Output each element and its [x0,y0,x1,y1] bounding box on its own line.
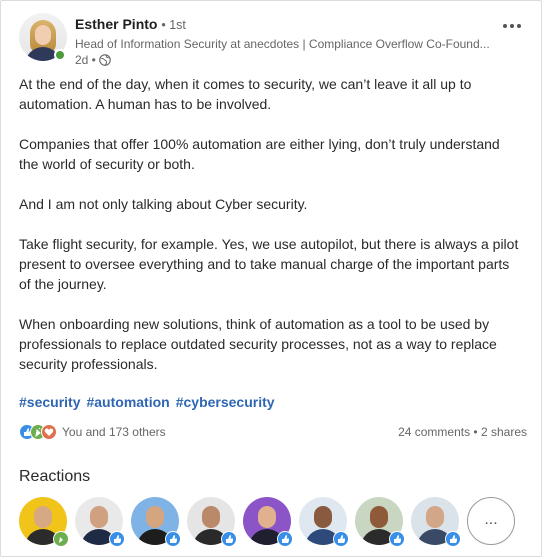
post-paragraph: And I am not only talking about Cyber se… [19,196,308,212]
reactor-avatar[interactable] [75,497,125,547]
author-headline[interactable]: Head of Information Security at anecdote… [75,37,505,51]
like-badge-icon [445,531,461,547]
more-options-icon[interactable] [503,15,527,28]
reactions-count[interactable]: You and 173 others [62,425,166,439]
reactor-avatar[interactable] [299,497,349,547]
reactors-list: ... [19,497,519,547]
author-name[interactable]: Esther Pinto [75,16,157,32]
reactor-avatar[interactable] [19,497,69,547]
post-time-row: 2d • [75,53,111,67]
post-body: At the end of the day, when it comes to … [19,74,519,394]
globe-icon [99,54,111,66]
like-badge-icon [389,531,405,547]
post-card: Esther Pinto • 1st Head of Information S… [0,0,542,557]
online-status-icon [54,49,66,61]
post-paragraph: At the end of the day, when it comes to … [19,76,472,112]
post-header: Esther Pinto • 1st Head of Information S… [19,13,529,69]
author-name-row: Esther Pinto • 1st [75,16,186,32]
social-counts: You and 173 others 24 comments • 2 share… [19,423,527,441]
celebrate-badge-icon [53,531,69,547]
like-badge-icon [165,531,181,547]
like-badge-icon [277,531,293,547]
hashtags: #security #automation #cybersecurity [19,394,275,410]
love-reaction-icon [41,424,57,440]
post-time: 2d • [75,53,96,67]
hashtag-cybersecurity[interactable]: #cybersecurity [176,394,275,410]
avatar-face [35,25,51,45]
reactor-avatar[interactable] [187,497,237,547]
connection-degree: • 1st [161,18,186,32]
reactions-title: Reactions [19,468,91,485]
reactor-avatar[interactable] [243,497,293,547]
more-reactors-button[interactable]: ... [467,497,515,545]
post-paragraph: When onboarding new solutions, think of … [19,316,497,372]
hashtag-security[interactable]: #security [19,394,80,410]
comments-shares-count[interactable]: 24 comments • 2 shares [398,425,527,439]
post-paragraph: Companies that offer 100% automation are… [19,136,500,172]
reaction-icons[interactable] [19,424,61,440]
like-badge-icon [221,531,237,547]
like-badge-icon [333,531,349,547]
like-badge-icon [109,531,125,547]
reactor-avatar[interactable] [355,497,405,547]
reactor-avatar[interactable] [411,497,461,547]
reactor-avatar[interactable] [131,497,181,547]
hashtag-automation[interactable]: #automation [86,394,169,410]
post-paragraph: Take flight security, for example. Yes, … [19,236,519,292]
